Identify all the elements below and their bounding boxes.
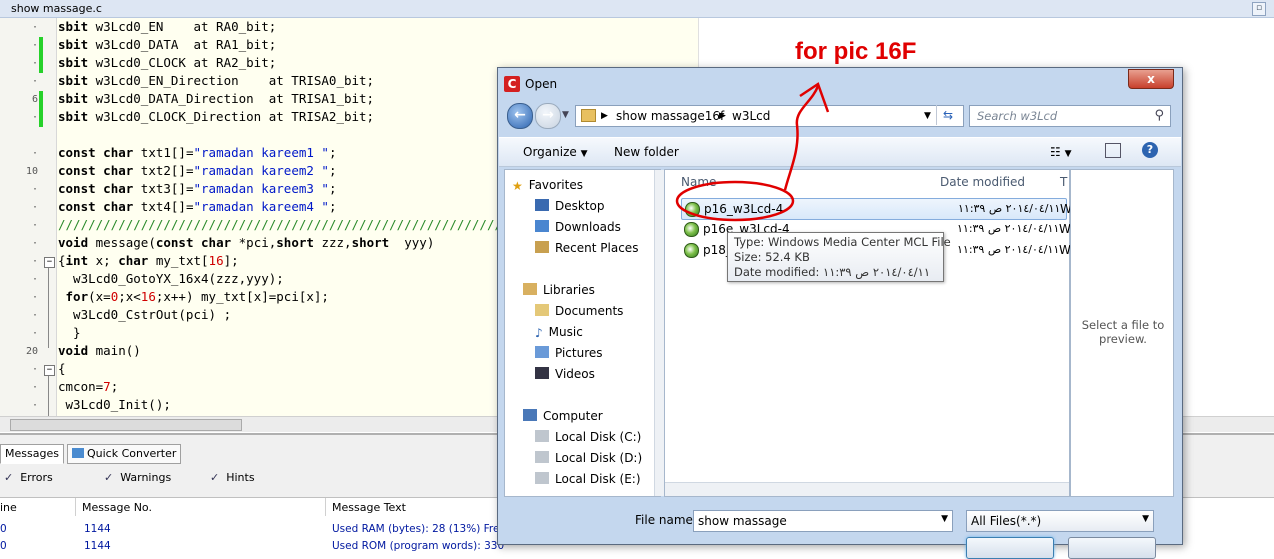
annotation-drawing (675, 82, 830, 222)
annotation-label: for pic 16F (795, 38, 917, 65)
annotation-circle (675, 180, 795, 222)
annotation-arrow-line (783, 85, 820, 191)
